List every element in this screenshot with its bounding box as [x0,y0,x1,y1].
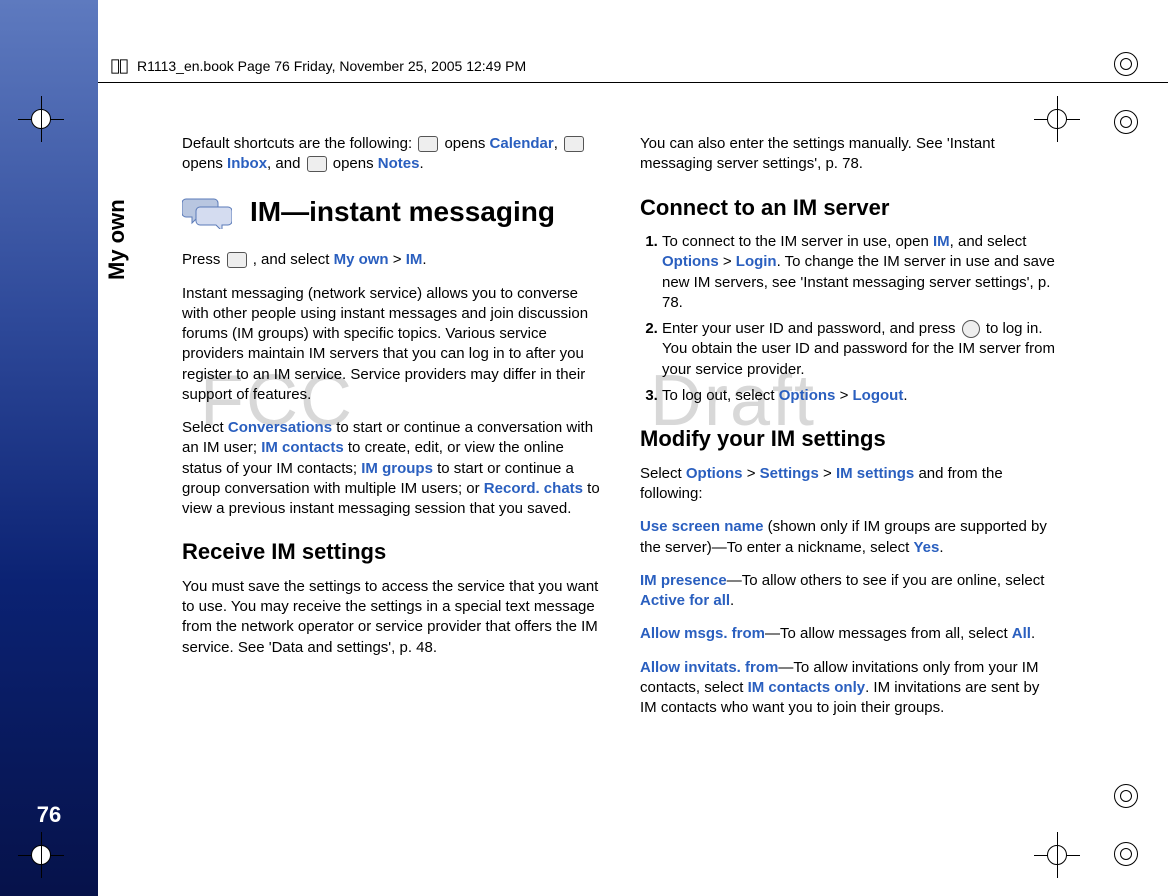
use-screen-name-link: Use screen name [640,518,763,535]
page-number: 76 [0,802,98,828]
select-key-icon [962,320,980,338]
inbox-link: Inbox [227,155,267,172]
logout-link: Logout [853,387,904,404]
step-3: To log out, select Options > Logout. [662,386,1058,406]
side-section-label: My own [104,199,130,280]
text: Press [182,251,225,268]
im-presence-link: IM presence [640,572,727,589]
right-column: You can also enter the settings manually… [640,134,1058,786]
page-content: Default shortcuts are the following: ope… [182,134,1058,786]
im-description-para: Instant messaging (network service) allo… [182,284,600,406]
text: opens [182,155,227,172]
text: —To allow messages from all, select [765,625,1012,642]
left-column: Default shortcuts are the following: ope… [182,134,600,786]
text: , and select [253,251,334,268]
text: , and [267,155,305,172]
im-contacts-only-link: IM contacts only [748,679,866,696]
options-link: Options [662,253,719,270]
text: Default shortcuts are the following: [182,135,416,152]
default-shortcuts-para: Default shortcuts are the following: ope… [182,134,600,175]
notes-key-icon [307,156,327,172]
receive-heading: Receive IM settings [182,537,600,567]
allow-invitats-link: Allow invitats. from [640,659,778,676]
text: > [719,253,736,270]
header-rule [0,82,1168,83]
modify-heading: Modify your IM settings [640,424,1058,454]
text: > [743,465,760,482]
im-link: IM [406,251,423,268]
im-contacts-link: IM contacts [261,439,344,456]
menu-key-icon [227,252,247,268]
text: . [903,387,907,404]
text: > [819,465,836,482]
im-icon [182,193,232,229]
options-link: Options [779,387,836,404]
crop-mark-icon [18,96,64,142]
text: —To allow others to see if you are onlin… [727,572,1045,589]
notes-link: Notes [378,155,420,172]
step-2: Enter your user ID and password, and pre… [662,319,1058,380]
login-link: Login [736,253,777,270]
document-header: R1113_en.book Page 76 Friday, November 2… [110,52,1058,80]
im-presence-para: IM presence—To allow others to see if yo… [640,571,1058,612]
text: Select [182,419,228,436]
eyelet-icon [1114,110,1140,136]
text: , [554,135,562,152]
im-link: IM [933,233,950,250]
text: To connect to the IM server in use, open [662,233,933,250]
text: Select [640,465,686,482]
text: . [419,155,423,172]
myown-link: My own [334,251,389,268]
text: . [422,251,426,268]
settings-link: Settings [760,465,819,482]
active-for-all-link: Active for all [640,592,730,609]
text: . [730,592,734,609]
receive-para: You must save the settings to access the… [182,577,600,658]
text: opens [333,155,378,172]
eyelet-icon [1114,842,1140,868]
im-heading: IM—instant messaging [250,193,555,231]
manual-para: You can also enter the settings manually… [640,134,1058,175]
yes-link: Yes [913,539,939,556]
modify-intro-para: Select Options > Settings > IM settings … [640,464,1058,505]
step-1: To connect to the IM server in use, open… [662,232,1058,313]
text: Enter your user ID and password, and pre… [662,320,960,337]
text: , and select [950,233,1027,250]
connect-steps: To connect to the IM server in use, open… [640,232,1058,406]
im-settings-link: IM settings [836,465,914,482]
use-screen-name-para: Use screen name (shown only if IM groups… [640,517,1058,558]
allow-msgs-link: Allow msgs. from [640,625,765,642]
eyelet-icon [1114,784,1140,810]
calendar-key-icon [418,136,438,152]
text: To log out, select [662,387,779,404]
text: . [1031,625,1035,642]
select-para: Select Conversations to start or continu… [182,418,600,519]
text: opens [444,135,489,152]
text: . [939,539,943,556]
crop-mark-icon [1034,832,1080,878]
im-groups-link: IM groups [361,460,433,477]
all-link: All [1012,625,1031,642]
record-chats-link: Record. chats [484,480,583,497]
inbox-key-icon [564,136,584,152]
press-para: Press , and select My own > IM. [182,250,600,270]
calendar-link: Calendar [490,135,554,152]
crop-mark-icon [18,832,64,878]
options-link: Options [686,465,743,482]
connect-heading: Connect to an IM server [640,193,1058,223]
book-icon [110,57,129,76]
allow-invitats-para: Allow invitats. from—To allow invitation… [640,658,1058,719]
im-heading-row: IM—instant messaging [182,193,600,231]
text: > [389,251,406,268]
header-text: R1113_en.book Page 76 Friday, November 2… [137,58,526,74]
eyelet-icon [1114,52,1140,78]
conversations-link: Conversations [228,419,332,436]
text: > [835,387,852,404]
allow-msgs-para: Allow msgs. from—To allow messages from … [640,624,1058,644]
